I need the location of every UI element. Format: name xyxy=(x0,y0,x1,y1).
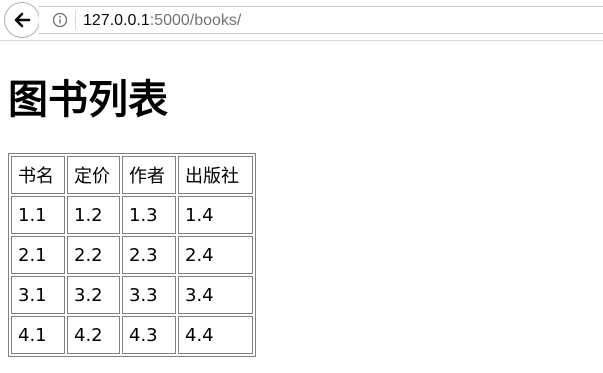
browser-toolbar: 127.0.0.1:5000/books/ xyxy=(0,0,603,41)
table-cell: 1.3 xyxy=(122,196,176,234)
table-row: 1.1 1.2 1.3 1.4 xyxy=(11,196,253,234)
table-cell: 4.1 xyxy=(11,316,65,354)
url-separator xyxy=(75,11,76,29)
back-button[interactable] xyxy=(4,2,40,38)
table-cell: 2.1 xyxy=(11,236,65,274)
table-row: 4.1 4.2 4.3 4.4 xyxy=(11,316,253,354)
table-cell: 4.3 xyxy=(122,316,176,354)
table-cell: 1.2 xyxy=(67,196,120,234)
table-cell: 1.1 xyxy=(11,196,65,234)
url-text[interactable]: 127.0.0.1:5000/books/ xyxy=(83,11,241,31)
table-header-row: 书名 定价 作者 出版社 xyxy=(11,156,253,194)
table-header-cell: 出版社 xyxy=(178,156,253,194)
table-cell: 2.4 xyxy=(178,236,253,274)
arrow-left-icon xyxy=(14,12,31,28)
table-header-cell: 书名 xyxy=(11,156,65,194)
table-cell: 2.3 xyxy=(122,236,176,274)
url-path: :5000/books/ xyxy=(149,12,242,29)
table-cell: 3.3 xyxy=(122,276,176,314)
table-header-cell: 作者 xyxy=(122,156,176,194)
table-row: 3.1 3.2 3.3 3.4 xyxy=(11,276,253,314)
table-cell: 4.2 xyxy=(67,316,120,354)
page-content: 图书列表 书名 定价 作者 出版社 1.1 1.2 1.3 1.4 2.1 2.2 2.3 2.4 3.… xyxy=(0,41,603,373)
table-cell: 2.2 xyxy=(67,236,120,274)
info-icon[interactable] xyxy=(52,12,68,28)
table-cell: 3.4 xyxy=(178,276,253,314)
table-cell: 3.1 xyxy=(11,276,65,314)
table-header-cell: 定价 xyxy=(67,156,120,194)
table-cell: 1.4 xyxy=(178,196,253,234)
url-host: 127.0.0.1 xyxy=(83,12,150,29)
page-title: 图书列表 xyxy=(8,77,168,123)
table-cell: 4.4 xyxy=(178,316,253,354)
books-table: 书名 定价 作者 出版社 1.1 1.2 1.3 1.4 2.1 2.2 2.3 2.4 3.1 3.2 3… xyxy=(8,153,256,357)
table-cell: 3.2 xyxy=(67,276,120,314)
table-row: 2.1 2.2 2.3 2.4 xyxy=(11,236,253,274)
address-bar[interactable]: 127.0.0.1:5000/books/ xyxy=(39,6,603,34)
